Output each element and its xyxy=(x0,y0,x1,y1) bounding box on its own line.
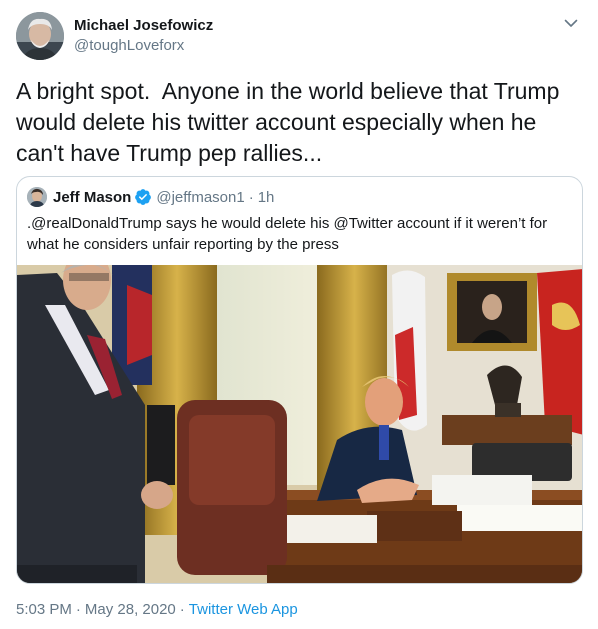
author-handle[interactable]: @toughLoveforx xyxy=(74,36,213,56)
dot-separator: · xyxy=(179,601,185,618)
quoted-tweet-header: Jeff Mason @jeffmason1 · 1h xyxy=(27,187,274,207)
tweet-time[interactable]: 5:03 PM xyxy=(16,601,72,618)
quoted-tweet-text: .@realDonaldTrump says he would delete h… xyxy=(27,215,548,253)
dot-separator: · xyxy=(248,188,254,206)
tweet-source[interactable]: Twitter Web App xyxy=(189,601,298,618)
tweet-header: Michael Josefowicz @toughLoveforx xyxy=(16,10,582,62)
author-display-name[interactable]: Michael Josefowicz xyxy=(74,16,213,36)
quoted-author-handle: @jeffmason1 xyxy=(156,188,245,206)
oval-office-photo[interactable] xyxy=(17,265,583,584)
quoted-author-display-name: Jeff Mason xyxy=(53,188,132,206)
author-avatar[interactable] xyxy=(16,12,64,60)
dot-separator: · xyxy=(75,601,81,618)
chevron-down-icon[interactable] xyxy=(562,14,580,32)
tweet-footer: 5:03 PM · May 28, 2020 · Twitter Web App xyxy=(16,600,298,620)
quoted-author-avatar xyxy=(27,187,47,207)
quoted-tweet[interactable]: Jeff Mason @jeffmason1 · 1h .@realDonald… xyxy=(16,176,583,584)
tweet-card: Michael Josefowicz @toughLoveforx A brig… xyxy=(0,0,598,629)
quoted-timestamp[interactable]: 1h xyxy=(258,189,275,206)
tweet-text: A bright spot. Anyone in the world belie… xyxy=(16,78,566,166)
tweet-date[interactable]: May 28, 2020 xyxy=(85,601,176,618)
verified-badge-icon xyxy=(135,189,152,205)
author-names: Michael Josefowicz @toughLoveforx xyxy=(74,16,213,56)
